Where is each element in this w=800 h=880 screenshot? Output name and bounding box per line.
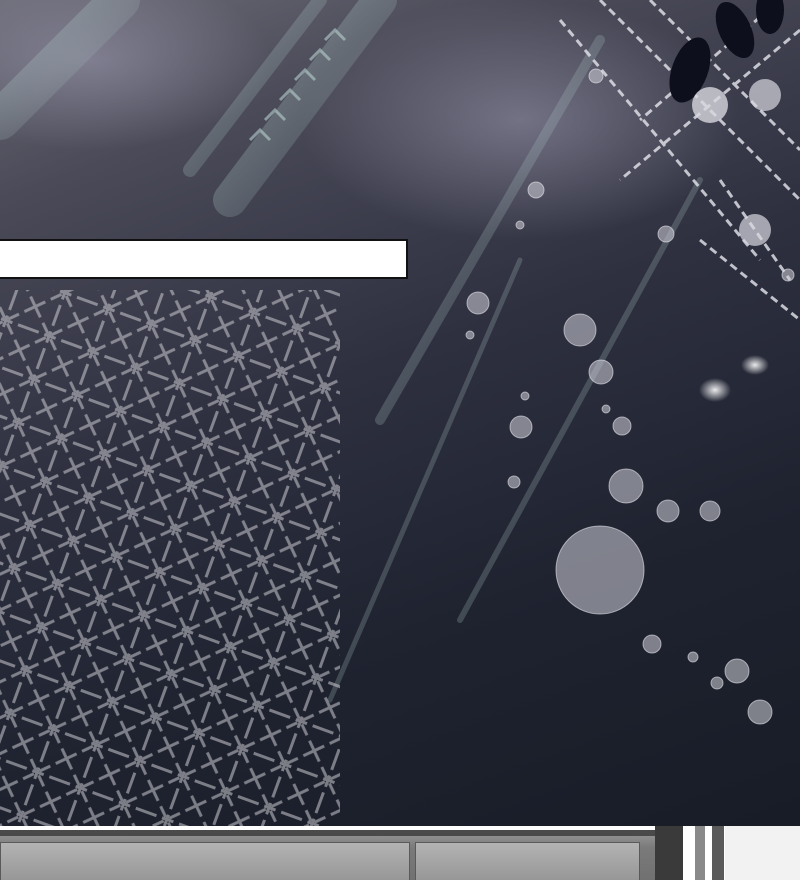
cabinet-top — [0, 830, 655, 836]
night-sky-panel — [0, 0, 800, 826]
next-panel-scene — [0, 826, 800, 880]
light-spot — [739, 214, 771, 246]
light-spot — [699, 378, 731, 402]
cabinet-door — [415, 842, 640, 880]
panel-artwork — [0, 0, 800, 826]
lattice-texture — [0, 290, 340, 826]
wall — [725, 826, 800, 880]
door-frame — [695, 826, 705, 880]
door-frame — [712, 826, 724, 880]
light-spot — [692, 87, 728, 123]
cabinet-door — [0, 842, 410, 880]
light-spot — [741, 355, 769, 375]
door-frame — [655, 826, 683, 880]
light-spot — [749, 79, 781, 111]
cabinet — [0, 830, 655, 880]
caption-box — [0, 239, 408, 279]
